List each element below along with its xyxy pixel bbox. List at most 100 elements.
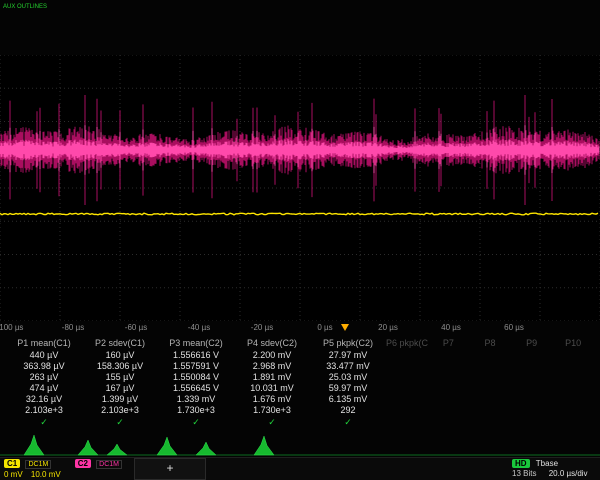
measure-value <box>511 350 553 361</box>
measure-value: 1.676 mV <box>234 394 310 405</box>
measure-value: 32.16 µV <box>6 394 82 405</box>
measure-value: 2.103e+3 <box>82 405 158 416</box>
measure-value <box>511 372 553 383</box>
measure-value <box>552 361 594 372</box>
measure-value: 1.339 mV <box>158 394 234 405</box>
c1-coupling: DC1M <box>25 460 51 469</box>
measure-value: 27.97 mV <box>310 350 386 361</box>
time-axis-label: -40 µs <box>188 323 210 332</box>
measurement-table[interactable]: P1 mean(C1)P2 sdev(C1)P3 mean(C2)P4 sdev… <box>6 337 594 428</box>
measure-value: 2.103e+3 <box>6 405 82 416</box>
hd-mode-badge: HD <box>512 459 530 468</box>
time-axis-label: 20 µs <box>378 323 398 332</box>
measure-header[interactable]: P5 pkpk(C2) <box>310 337 386 350</box>
oscilloscope-ui: AUX OUTLINES -100 µs-80 µs-60 µs-40 µs-2… <box>0 0 600 480</box>
measure-value: 33.477 mV <box>310 361 386 372</box>
measure-value: 474 µV <box>6 383 82 394</box>
measure-value <box>386 361 428 372</box>
measure-value: 440 µV <box>6 350 82 361</box>
descriptor-bar: C1 DC1M 0 mV 10.0 mV C2 DC1M + HD Tbase … <box>0 457 600 480</box>
measure-value: 155 µV <box>82 372 158 383</box>
measure-value <box>386 405 428 416</box>
measure-value <box>428 394 470 405</box>
status-note: AUX OUTLINES <box>3 4 55 11</box>
time-axis-label: -80 µs <box>62 323 84 332</box>
measure-header[interactable]: P6 pkpk(C3) <box>386 337 428 350</box>
measure-header[interactable]: P10 <box>552 337 594 350</box>
measure-value <box>552 405 594 416</box>
measure-value <box>386 394 428 405</box>
measure-value: 1.730e+3 <box>234 405 310 416</box>
measure-value <box>386 350 428 361</box>
measure-value <box>552 350 594 361</box>
measure-value: 59.97 mV <box>310 383 386 394</box>
timebase-label: Tbase <box>536 459 558 468</box>
measure-status-check: ✓ <box>82 416 158 428</box>
measure-value <box>552 383 594 394</box>
measure-value: 167 µV <box>82 383 158 394</box>
time-axis-label: -60 µs <box>125 323 147 332</box>
measure-header[interactable]: P7 <box>428 337 470 350</box>
time-axis-label: 0 µs <box>317 323 332 332</box>
measure-value <box>469 383 511 394</box>
measure-value <box>511 394 553 405</box>
c2-coupling: DC1M <box>96 460 122 469</box>
measure-status-check <box>386 416 428 428</box>
measure-value <box>469 361 511 372</box>
measure-value: 1.730e+3 <box>158 405 234 416</box>
measure-status-check <box>428 416 470 428</box>
measure-status-check: ✓ <box>310 416 386 428</box>
measure-value: 263 µV <box>6 372 82 383</box>
measure-value <box>511 361 553 372</box>
measure-header[interactable]: P1 mean(C1) <box>6 337 82 350</box>
measure-value: 2.968 mV <box>234 361 310 372</box>
c1-scale: 10.0 mV <box>31 470 61 479</box>
measure-value: 292 <box>310 405 386 416</box>
time-axis-label: 60 µs <box>504 323 524 332</box>
measure-status-check: ✓ <box>158 416 234 428</box>
measure-value: 25.03 mV <box>310 372 386 383</box>
measure-value <box>428 350 470 361</box>
channel-c1-descriptor[interactable]: C1 DC1M 0 mV 10.0 mV <box>0 458 71 480</box>
measure-header[interactable]: P8 <box>469 337 511 350</box>
measure-value: 1.891 mV <box>234 372 310 383</box>
measure-value: 1.399 µV <box>82 394 158 405</box>
measure-value: 1.557591 V <box>158 361 234 372</box>
measure-value <box>428 405 470 416</box>
measure-value <box>428 361 470 372</box>
measure-value: 158.306 µV <box>82 361 158 372</box>
c2-badge[interactable]: C2 <box>75 459 91 468</box>
measure-value: 363.98 µV <box>6 361 82 372</box>
measure-status-check: ✓ <box>6 416 82 428</box>
measure-value <box>386 383 428 394</box>
measure-value: 6.135 mV <box>310 394 386 405</box>
measure-header[interactable]: P2 sdev(C1) <box>82 337 158 350</box>
measure-header[interactable]: P3 mean(C2) <box>158 337 234 350</box>
timebase-value: 20.0 µs/div <box>549 469 588 478</box>
measure-value: 2.200 mV <box>234 350 310 361</box>
measure-status-check <box>469 416 511 428</box>
c1-badge[interactable]: C1 <box>4 459 20 468</box>
measure-value <box>552 372 594 383</box>
time-axis-label: -20 µs <box>251 323 273 332</box>
measure-status-check: ✓ <box>234 416 310 428</box>
measure-value: 160 µV <box>82 350 158 361</box>
measure-header[interactable]: P4 sdev(C2) <box>234 337 310 350</box>
measure-header[interactable]: P9 <box>511 337 553 350</box>
measure-value <box>511 405 553 416</box>
bit-depth-label: 13 Bits <box>512 469 536 478</box>
trigger-position-marker[interactable] <box>341 324 349 331</box>
measure-value <box>469 350 511 361</box>
measure-value: 10.031 mV <box>234 383 310 394</box>
measure-value: 1.556616 V <box>158 350 234 361</box>
add-trace-button[interactable]: + <box>134 458 206 480</box>
waveform-display[interactable] <box>0 55 600 321</box>
timebase-descriptor[interactable]: HD Tbase 13 Bits 20.0 µs/div <box>512 458 600 480</box>
measure-value <box>552 394 594 405</box>
measure-status-check <box>552 416 594 428</box>
time-axis: -100 µs-80 µs-60 µs-40 µs-20 µs0 µs20 µs… <box>0 322 600 335</box>
measure-value <box>386 372 428 383</box>
channel-c2-descriptor[interactable]: C2 DC1M <box>71 458 126 480</box>
measure-status-check <box>511 416 553 428</box>
measurement-histogram <box>0 430 600 457</box>
